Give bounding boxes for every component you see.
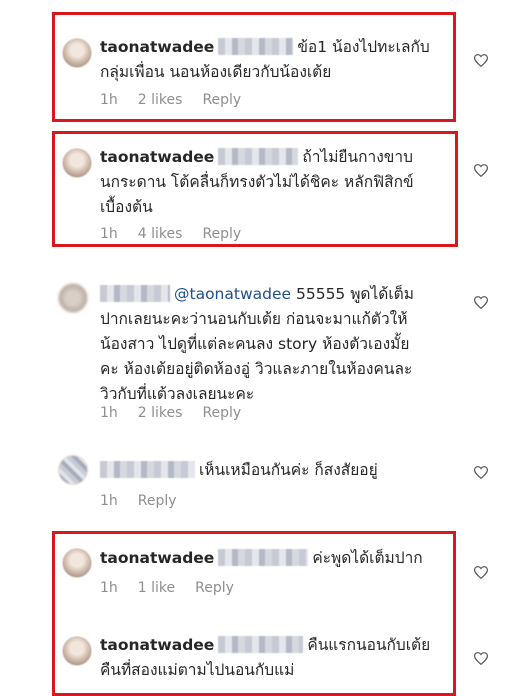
reply-button[interactable]: Reply bbox=[202, 226, 241, 242]
comment-meta: 1h 1 like Reply bbox=[100, 580, 254, 596]
comment-line: ข้อ1 น้องไปทะเลกับ bbox=[297, 38, 430, 56]
heart-outline-icon[interactable] bbox=[474, 652, 488, 665]
comment-text: @taonatwadee 55555 พูดได้เต็ม ปากเลยนะคะ… bbox=[100, 282, 470, 407]
reply-button[interactable]: Reply bbox=[195, 580, 234, 596]
redacted-name bbox=[218, 38, 294, 55]
heart-outline-icon[interactable] bbox=[474, 566, 488, 579]
heart-outline-icon[interactable] bbox=[474, 296, 488, 309]
comment-meta: 1h 2 likes Reply bbox=[100, 92, 261, 108]
redacted-name bbox=[100, 461, 195, 478]
comment-line: วิวกับที่แต้วลงเลยนะคะ bbox=[100, 385, 255, 403]
redacted-name bbox=[218, 636, 304, 653]
comment-time: 1h bbox=[100, 493, 118, 509]
mention-link[interactable]: @taonatwadee bbox=[174, 285, 291, 303]
comment-meta: 1h 4 likes Reply bbox=[100, 226, 261, 242]
comment-line: เห็นเหมือนกันค่ะ ก็สงสัยอยู่ bbox=[199, 461, 378, 479]
username-link[interactable]: taonatwadee bbox=[100, 148, 214, 166]
likes-count[interactable]: 2 likes bbox=[138, 92, 183, 108]
likes-count[interactable]: 2 likes bbox=[138, 405, 183, 421]
redacted-name bbox=[218, 549, 309, 566]
reply-button[interactable]: Reply bbox=[202, 92, 241, 108]
avatar[interactable] bbox=[62, 548, 92, 578]
comment-time: 1h bbox=[100, 92, 118, 108]
comment-time: 1h bbox=[100, 226, 118, 242]
likes-count[interactable]: 1 like bbox=[138, 580, 175, 596]
redacted-name bbox=[100, 285, 170, 302]
redacted-name bbox=[218, 148, 299, 165]
avatar[interactable] bbox=[62, 38, 92, 68]
comment-line: นกระดาน โต้คลื่นก็ทรงตัวไม่ได้ชิคะ หลักฟ… bbox=[100, 173, 414, 191]
avatar[interactable] bbox=[58, 455, 88, 485]
comment-text: taonatwadee คืนแรกนอนกับเต้ย คืนที่สองแม่… bbox=[100, 633, 460, 683]
reply-button[interactable]: Reply bbox=[138, 493, 177, 509]
avatar[interactable] bbox=[62, 636, 92, 666]
comment-line: คะ ห้องเต้ยอยู่ติดห้องอู่ วิวและภายในห้อ… bbox=[100, 360, 413, 378]
username-link[interactable]: taonatwadee bbox=[100, 636, 214, 654]
comment-line: คืนที่สองแม่ตามไปนอนกับแม่ bbox=[100, 661, 295, 679]
comment-text: taonatwadee ข้อ1 น้องไปทะเลกับ กลุ่มเพื่อ… bbox=[100, 35, 460, 85]
comment-line: ถ้าไม่ยืนกางขาบ bbox=[302, 148, 413, 166]
avatar[interactable] bbox=[58, 283, 88, 313]
comment-text: taonatwadee ถ้าไม่ยืนกางขาบ นกระดาน โต้คล… bbox=[100, 145, 460, 220]
comment-meta: 1h Reply bbox=[100, 493, 197, 509]
heart-outline-icon[interactable] bbox=[474, 466, 488, 479]
comment-text: taonatwadee ค่ะพูดได้เต็มปาก bbox=[100, 546, 460, 571]
comment-time: 1h bbox=[100, 405, 118, 421]
heart-outline-icon[interactable] bbox=[474, 54, 488, 67]
heart-outline-icon[interactable] bbox=[474, 164, 488, 177]
comment-line: ปากเลยนะคะว่านอนกับเต้ย ก่อนจะมาแก้ตัวให… bbox=[100, 310, 408, 328]
comment-meta: 1h 2 likes Reply bbox=[100, 405, 261, 421]
comment-text: เห็นเหมือนกันค่ะ ก็สงสัยอยู่ bbox=[100, 458, 460, 483]
comment-line: 55555 พูดได้เต็ม bbox=[295, 285, 414, 303]
comment-time: 1h bbox=[100, 580, 118, 596]
comment-line: คืนแรกนอนกับเต้ย bbox=[307, 636, 431, 654]
username-link[interactable]: taonatwadee bbox=[100, 549, 214, 567]
username-link[interactable]: taonatwadee bbox=[100, 38, 214, 56]
comment-line: กลุ่มเพื่อน นอนห้องเดียวกับน้องเต้ย bbox=[100, 63, 332, 81]
comment-line: ค่ะพูดได้เต็มปาก bbox=[312, 549, 423, 567]
reply-button[interactable]: Reply bbox=[202, 405, 241, 421]
comment-line: เบื้องต้น bbox=[100, 198, 153, 216]
comment-line: น้องสาว ไปดูที่แต่ละคนลง story ห้องตัวเอ… bbox=[100, 335, 410, 353]
likes-count[interactable]: 4 likes bbox=[138, 226, 183, 242]
avatar[interactable] bbox=[62, 148, 92, 178]
